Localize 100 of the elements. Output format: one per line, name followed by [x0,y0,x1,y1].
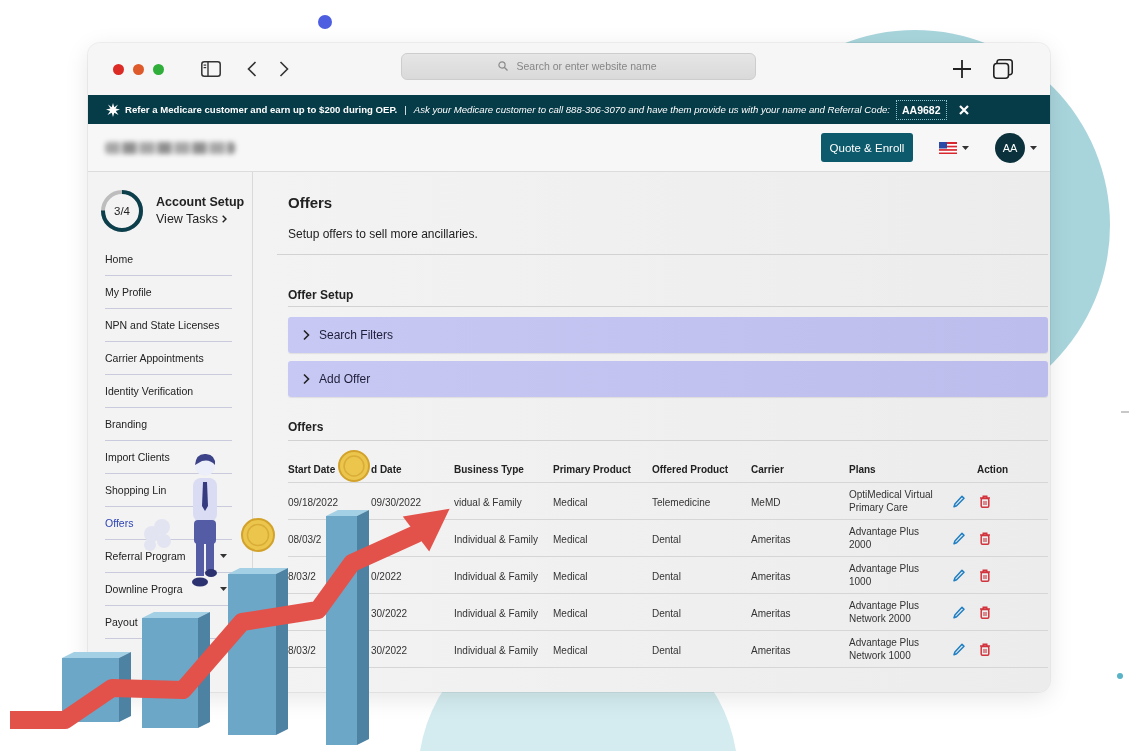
sidebar-item[interactable]: Home [105,253,133,265]
banner-separator: | [404,104,407,115]
table-cell: Ameritas [751,533,791,546]
table-cell: 0/2022 [371,570,402,583]
table-cell: Individual & Family [454,607,538,620]
back-icon[interactable] [247,61,257,77]
page-subtitle: Setup offers to sell more ancillaries. [288,227,479,241]
chevron-right-icon [222,215,228,223]
table-cell: Dental [652,607,681,620]
sidebar-item[interactable]: NPN and State Licenses [105,319,220,331]
banner-headline: Refer a Medicare customer and earn up to $200 during OEP. [125,104,398,115]
sidebar-item[interactable]: Identity Verification [105,385,194,397]
table-cell: 30/2022 [371,607,408,620]
sidebar-item[interactable]: Downline Progra [105,583,183,595]
account-setup-title: Account Setup [156,195,245,209]
sidebar-item[interactable]: Import Clients [105,451,170,463]
maximize-window-icon[interactable] [153,63,164,75]
caret-icon[interactable] [220,554,227,558]
banner-message: Ask your Medicare customer to call 888-306-3070 and have them provide us with your name and Referral Code: [413,104,890,115]
column-header: Carrier [751,463,784,475]
sidebar-toggle-icon[interactable] [201,61,221,77]
cloud-icon [144,519,171,551]
column-header: Plans [849,463,876,475]
delete-icon[interactable] [979,568,991,582]
tabs-icon[interactable] [993,59,1013,79]
close-icon[interactable] [958,104,969,115]
table-cell: 08/03/2 [288,533,322,546]
table-cell-text: Advantage Plus Network 2000 [849,598,921,625]
page-title: Offers [288,194,334,212]
table-cell: Medical [553,570,588,583]
table-cell: 09/18/2022 [288,496,339,509]
edit-icon[interactable] [953,531,965,545]
referral-code: AA9682 [896,99,947,120]
table-cell-text: Advantage Plus 2000 [849,524,921,551]
search-icon [498,61,508,71]
sidebar-item[interactable]: Branding [105,418,148,430]
column-header: Action [977,463,1009,475]
decor-dot [318,15,332,29]
table-cell: Medical [553,496,588,509]
table-cell: Dental [652,644,681,657]
close-window-icon[interactable] [113,63,124,75]
table-cell: Dental [652,570,681,583]
delete-icon[interactable] [979,642,991,656]
table-cell: 8/03/2 [288,570,316,583]
column-header: Start Date [288,463,336,475]
new-tab-icon[interactable] [953,60,971,78]
section-title: Offer Setup [288,288,355,302]
table-cell: Medical [553,607,588,620]
caret-icon[interactable] [962,145,969,150]
table-cell: MeMD [751,496,781,509]
section-title: Offers [288,420,325,434]
table-cell-text: OptiMedical Virtual Primary Care [849,487,934,514]
sparkle-icon [106,102,120,117]
delete-icon[interactable] [979,494,991,508]
sidebar-item[interactable]: Offers [105,517,134,529]
accordion-panel[interactable]: Add Offer [288,361,1048,397]
table-cell: Individual & Family [454,570,538,583]
column-header: Business Type [454,463,524,475]
table-cell: 09/30/2022 [371,496,422,509]
user-avatar[interactable]: AA [995,132,1025,163]
table-cell: Ameritas [751,607,791,620]
table-cell: Telemedicine [652,496,711,509]
sidebar-item[interactable]: Shopping Lin [105,484,167,496]
accordion-panel[interactable]: Search Filters [288,317,1048,353]
coin-icon [241,518,275,552]
address-bar[interactable]: Search or enter website name [401,52,756,80]
table-cell: Ameritas [751,644,791,657]
table-cell: Medical [553,644,588,657]
sidebar-item[interactable]: My Profile [105,286,152,298]
progress-ring [100,189,144,233]
table-cell: 8/03/2 [288,644,316,657]
table-cell: 30/2022 [371,644,408,657]
chevron-right-icon [302,329,310,341]
quote-enroll-button[interactable]: Quote & Enroll [821,133,913,162]
decor-dot [1117,673,1123,679]
table-cell-text: Advantage Plus Network 1000 [849,635,921,662]
forward-icon[interactable] [279,61,289,77]
caret-icon[interactable] [1030,145,1037,150]
sidebar-item[interactable]: Carrier Appointments [105,352,204,364]
edit-icon[interactable] [953,568,965,582]
sidebar-item[interactable]: Payout [105,616,138,628]
edit-icon[interactable] [953,494,965,508]
table-cell: Individual & Family [454,644,538,657]
minimize-window-icon[interactable] [133,63,144,75]
progress-count: 3/4 [114,205,130,217]
view-tasks-link[interactable]: View Tasks [156,212,228,226]
caret-icon[interactable] [220,587,227,591]
decor-dash [1121,411,1129,413]
table-cell: Medical [553,533,588,546]
chevron-right-icon [302,373,310,385]
sidebar-item[interactable]: Referral Program [105,550,186,562]
edit-icon[interactable] [953,642,965,656]
table-cell: Ameritas [751,570,791,583]
flag-icon[interactable] [939,141,957,154]
delete-icon[interactable] [979,531,991,545]
delete-icon[interactable] [979,605,991,619]
table-cell-text: Advantage Plus 1000 [849,561,921,588]
column-header: Primary Product [553,463,631,475]
edit-icon[interactable] [953,605,965,619]
column-header: Offered Product [652,463,729,475]
